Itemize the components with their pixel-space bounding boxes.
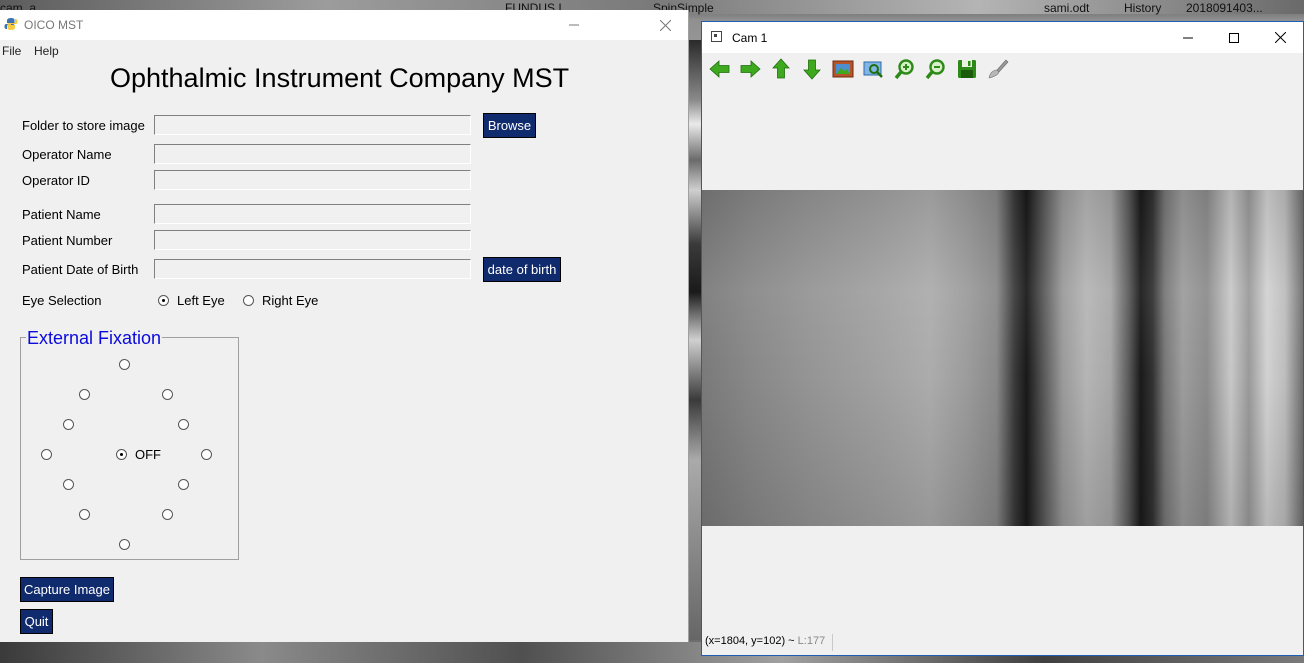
operator-name-input[interactable] [154, 144, 471, 164]
brush-icon[interactable] [986, 57, 1010, 81]
cam-app-icon [711, 31, 722, 42]
browse-button[interactable]: Browse [483, 113, 536, 138]
left-eye-radio[interactable] [158, 295, 169, 306]
date-of-birth-button[interactable]: date of birth [483, 257, 561, 282]
fixation-radio-off[interactable] [116, 449, 127, 460]
patient-number-label: Patient Number [22, 233, 113, 248]
oico-titlebar: OICO MST [0, 10, 688, 40]
minimize-icon [1183, 37, 1193, 38]
eye-selection-label: Eye Selection [22, 293, 102, 308]
cam-window: Cam 1 (x=1804, y=102) ~ L:177 [701, 21, 1304, 656]
save-icon[interactable] [955, 57, 979, 81]
fixation-radio-12[interactable] [119, 359, 130, 370]
fixation-radio-9[interactable] [41, 449, 52, 460]
external-fixation-title: External Fixation [26, 328, 163, 349]
patient-number-input[interactable] [154, 230, 471, 250]
status-coordinates: (x=1804, y=102) ~ [705, 635, 795, 647]
cam-status-bar: (x=1804, y=102) ~ L:177 [702, 635, 825, 653]
zoom-fit-icon[interactable] [862, 57, 886, 81]
arrow-right-icon[interactable] [738, 57, 762, 81]
dob-label: Patient Date of Birth [22, 262, 139, 277]
camera-image-view[interactable] [702, 190, 1303, 526]
fixation-radio-2[interactable] [178, 419, 189, 430]
dob-input[interactable] [154, 259, 471, 279]
oico-menubar: File Help [0, 40, 688, 60]
cam-maximize-button[interactable] [1211, 22, 1257, 53]
fixation-radio-8[interactable] [63, 479, 74, 490]
zoom-out-icon[interactable] [924, 57, 948, 81]
arrow-left-icon[interactable] [708, 57, 732, 81]
menu-help[interactable]: Help [34, 44, 59, 58]
image-icon[interactable] [831, 57, 855, 81]
zoom-in-icon[interactable] [893, 57, 917, 81]
camera-image-shading [702, 190, 1303, 526]
maximize-icon [1229, 32, 1239, 43]
desktop-label-history[interactable]: History [1124, 1, 1161, 15]
patient-name-label: Patient Name [22, 207, 101, 222]
operator-id-label: Operator ID [22, 173, 90, 188]
cam-close-button[interactable] [1257, 22, 1303, 53]
fixation-radio-5[interactable] [162, 509, 173, 520]
fixation-radio-11[interactable] [79, 389, 90, 400]
fixation-radio-6[interactable] [119, 539, 130, 550]
status-separator [832, 634, 833, 651]
python-app-icon [4, 18, 18, 30]
arrow-down-icon[interactable] [800, 57, 824, 81]
right-eye-radio[interactable] [243, 295, 254, 306]
left-eye-label[interactable]: Left Eye [177, 293, 225, 308]
close-icon [659, 19, 671, 31]
fixation-radio-3[interactable] [201, 449, 212, 460]
patient-name-input[interactable] [154, 204, 471, 224]
desktop-icon-column [689, 40, 701, 640]
page-title: Ophthalmic Instrument Company MST [110, 63, 570, 93]
cam-window-title: Cam 1 [732, 31, 768, 45]
menu-file[interactable]: File [2, 44, 21, 58]
oico-minimize-button[interactable] [551, 10, 597, 40]
arrow-up-icon[interactable] [769, 57, 793, 81]
oico-window-title: OICO MST [24, 18, 84, 32]
fixation-radio-10[interactable] [63, 419, 74, 430]
right-eye-label[interactable]: Right Eye [262, 293, 318, 308]
desktop-label-file[interactable]: 2018091403... [1186, 1, 1263, 15]
operator-name-label: Operator Name [22, 147, 112, 162]
status-level: L:177 [797, 635, 826, 647]
capture-image-button[interactable]: Capture Image [20, 577, 114, 602]
fixation-off-label[interactable]: OFF [135, 447, 161, 462]
folder-label: Folder to store image [22, 118, 145, 133]
folder-input[interactable] [154, 115, 471, 135]
minimize-icon [569, 24, 579, 26]
fixation-radio-1[interactable] [162, 389, 173, 400]
oico-close-button[interactable] [642, 10, 688, 40]
fixation-radio-7[interactable] [79, 509, 90, 520]
fixation-radio-4[interactable] [178, 479, 189, 490]
cam-minimize-button[interactable] [1165, 22, 1211, 53]
cam-toolbar [702, 53, 1303, 85]
operator-id-input[interactable] [154, 170, 471, 190]
close-icon [1274, 32, 1286, 43]
cam-titlebar: Cam 1 [702, 22, 1303, 53]
quit-button[interactable]: Quit [20, 609, 53, 634]
desktop-label-sami[interactable]: sami.odt [1044, 1, 1089, 15]
